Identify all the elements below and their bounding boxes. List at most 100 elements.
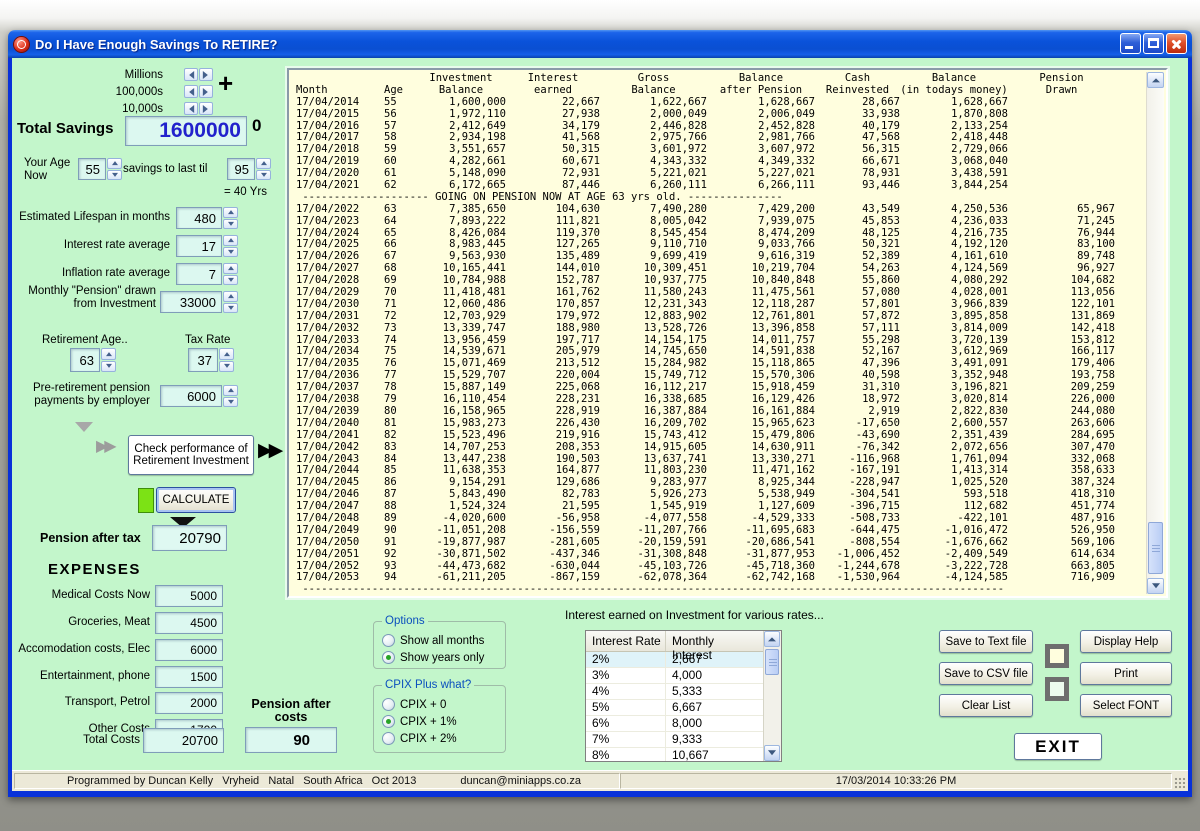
check-performance-button[interactable]: Check performance of Retirement Investme…: [128, 435, 254, 475]
spin-up-icon[interactable]: [223, 263, 238, 274]
results-list[interactable]: InvestmentInterestGrossBalanceCashBalanc…: [287, 68, 1168, 598]
radio-icon[interactable]: [382, 715, 395, 728]
radio-option[interactable]: Show all months: [382, 632, 505, 649]
scroll-up-icon[interactable]: [764, 631, 780, 647]
scrollbar-thumb[interactable]: [1148, 522, 1163, 574]
retirement-age-spinner[interactable]: [101, 348, 116, 372]
radio-icon[interactable]: [382, 732, 395, 745]
rates-grid-scrollbar[interactable]: [763, 631, 781, 761]
expense-field[interactable]: 5000: [155, 585, 223, 607]
expense-field[interactable]: 6000: [155, 639, 223, 661]
pre-retirement-field[interactable]: 6000: [160, 385, 222, 407]
param-field[interactable]: 480: [176, 207, 222, 229]
form-color-swatch[interactable]: [1045, 677, 1069, 701]
radio-icon[interactable]: [382, 698, 395, 711]
spin-up-icon[interactable]: [223, 235, 238, 246]
spin-up-icon[interactable]: [223, 207, 238, 218]
clear-list-button[interactable]: Clear List: [939, 694, 1033, 717]
scroll-down-icon[interactable]: [1147, 578, 1164, 594]
table-row: 17/04/2017582,934,19841,5682,975,7662,98…: [296, 132, 1145, 144]
retirement-age-field[interactable]: 63: [70, 348, 100, 372]
stepper-left-icon[interactable]: [184, 68, 198, 81]
spin-down-icon[interactable]: [219, 361, 234, 373]
rates-grid-row[interactable]: 8%10,667: [586, 748, 781, 762]
rates-grid-row[interactable]: 4%5,333: [586, 684, 781, 700]
rates-grid-row[interactable]: 3%4,000: [586, 668, 781, 684]
spin-down-icon[interactable]: [223, 247, 238, 258]
radio-option[interactable]: CPIX + 2%: [382, 730, 505, 747]
param-spinner[interactable]: [223, 291, 238, 313]
total-savings-field[interactable]: 1600000: [125, 116, 247, 146]
stepper-right-icon[interactable]: [199, 102, 213, 115]
expense-field[interactable]: 4500: [155, 612, 223, 634]
rates-grid-row[interactable]: 6%8,000: [586, 716, 781, 732]
rates-grid-row[interactable]: 5%6,667: [586, 700, 781, 716]
stepper-arrows[interactable]: [184, 85, 213, 98]
param-field[interactable]: 17: [176, 235, 222, 257]
last-til-field[interactable]: 95: [227, 158, 255, 180]
spin-down-icon[interactable]: [223, 303, 238, 314]
print-button[interactable]: Print: [1080, 662, 1172, 685]
stepper-left-icon[interactable]: [184, 85, 198, 98]
param-spinner[interactable]: [223, 263, 238, 285]
last-til-spinner[interactable]: [256, 158, 271, 180]
spin-up-icon[interactable]: [107, 158, 122, 169]
radio-option[interactable]: CPIX + 1%: [382, 713, 505, 730]
your-age-spinner[interactable]: [107, 158, 122, 180]
tax-rate-field[interactable]: 37: [188, 348, 218, 372]
param-label: Monthly "Pension" drawn from Investment: [12, 285, 156, 311]
minimize-button[interactable]: [1120, 33, 1141, 54]
expense-field[interactable]: 1500: [155, 666, 223, 688]
spin-up-icon[interactable]: [101, 348, 116, 360]
rates-grid[interactable]: Interest Rate Monthly Interest 2%2,6673%…: [585, 630, 782, 762]
save-to-csv-button[interactable]: Save to CSV file: [939, 662, 1033, 685]
tax-rate-spinner[interactable]: [219, 348, 234, 372]
stepper-right-icon[interactable]: [199, 68, 213, 81]
results-scrollbar[interactable]: [1146, 72, 1164, 594]
stepper-arrows[interactable]: [184, 102, 213, 115]
calculate-button[interactable]: CALCULATE: [156, 487, 236, 513]
title-bar[interactable]: Do I Have Enough Savings To RETIRE?: [8, 30, 1192, 58]
radio-option[interactable]: CPIX + 0: [382, 696, 505, 713]
resize-grip-icon[interactable]: [1174, 777, 1186, 789]
spin-up-icon[interactable]: [223, 291, 238, 302]
spin-down-icon[interactable]: [101, 361, 116, 373]
radio-option[interactable]: Show years only: [382, 649, 505, 666]
close-button[interactable]: [1166, 33, 1187, 54]
table-cell: 27,938: [506, 109, 600, 121]
rates-grid-row[interactable]: 7%9,333: [586, 732, 781, 748]
radio-icon[interactable]: [382, 651, 395, 664]
rate-column-header[interactable]: Interest Rate: [586, 631, 666, 651]
stepper-left-icon[interactable]: [184, 102, 198, 115]
your-age-field[interactable]: 55: [78, 158, 106, 180]
spin-down-icon[interactable]: [256, 170, 271, 181]
scroll-down-icon[interactable]: [764, 745, 780, 761]
radio-icon[interactable]: [382, 634, 395, 647]
display-help-button[interactable]: Display Help: [1080, 630, 1172, 653]
spin-up-icon[interactable]: [256, 158, 271, 169]
spin-down-icon[interactable]: [107, 170, 122, 181]
rates-grid-header[interactable]: Interest Rate Monthly Interest: [586, 631, 781, 652]
scrollbar-thumb[interactable]: [765, 649, 779, 675]
list-color-swatch[interactable]: [1045, 644, 1069, 668]
stepper-arrows[interactable]: [184, 68, 213, 81]
spin-up-icon[interactable]: [219, 348, 234, 360]
expense-field[interactable]: 2000: [155, 692, 223, 714]
exit-button[interactable]: EXIT: [1014, 733, 1102, 760]
monthly-interest-column-header[interactable]: Monthly Interest: [666, 631, 748, 651]
scroll-up-icon[interactable]: [1147, 72, 1164, 88]
spin-up-icon[interactable]: [223, 385, 238, 396]
stepper-right-icon[interactable]: [199, 85, 213, 98]
spin-down-icon[interactable]: [223, 397, 238, 408]
spin-down-icon[interactable]: [223, 275, 238, 286]
spin-down-icon[interactable]: [223, 219, 238, 230]
pre-retirement-spinner[interactable]: [223, 385, 238, 407]
param-field[interactable]: 7: [176, 263, 222, 285]
rates-grid-row[interactable]: 2%2,667: [586, 652, 781, 668]
maximize-button[interactable]: [1143, 33, 1164, 54]
save-to-text-button[interactable]: Save to Text file: [939, 630, 1033, 653]
select-font-button[interactable]: Select FONT: [1080, 694, 1172, 717]
param-spinner[interactable]: [223, 207, 238, 229]
param-field[interactable]: 33000: [160, 291, 222, 313]
param-spinner[interactable]: [223, 235, 238, 257]
